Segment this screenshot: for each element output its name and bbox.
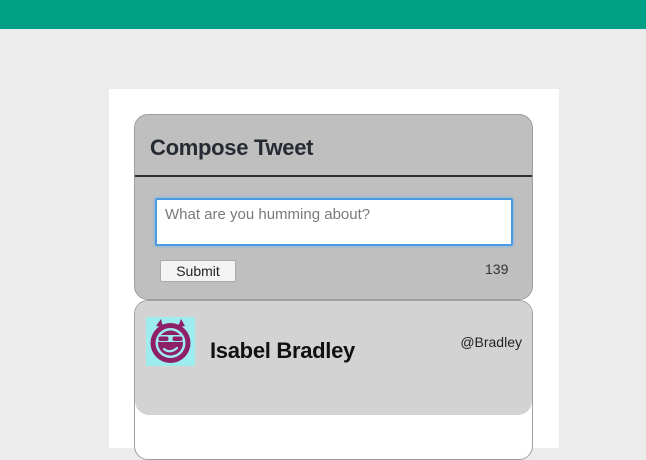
cool-face-icon [150, 319, 191, 363]
user-name: Isabel Bradley [210, 338, 355, 363]
tweet-card: Isabel Bradley @Bradley [134, 300, 533, 460]
tweet-input[interactable] [155, 198, 513, 246]
user-handle: @Bradley [460, 334, 522, 350]
compose-title: Compose Tweet [150, 135, 314, 160]
avatar [146, 317, 195, 366]
tweet-header: Isabel Bradley @Bradley [135, 301, 532, 415]
char-counter: 139 [485, 261, 509, 277]
compose-divider [135, 175, 532, 177]
top-bar [0, 0, 646, 29]
submit-button[interactable]: Submit [160, 260, 236, 282]
compose-tweet-panel: Compose Tweet Submit 139 [134, 114, 533, 300]
